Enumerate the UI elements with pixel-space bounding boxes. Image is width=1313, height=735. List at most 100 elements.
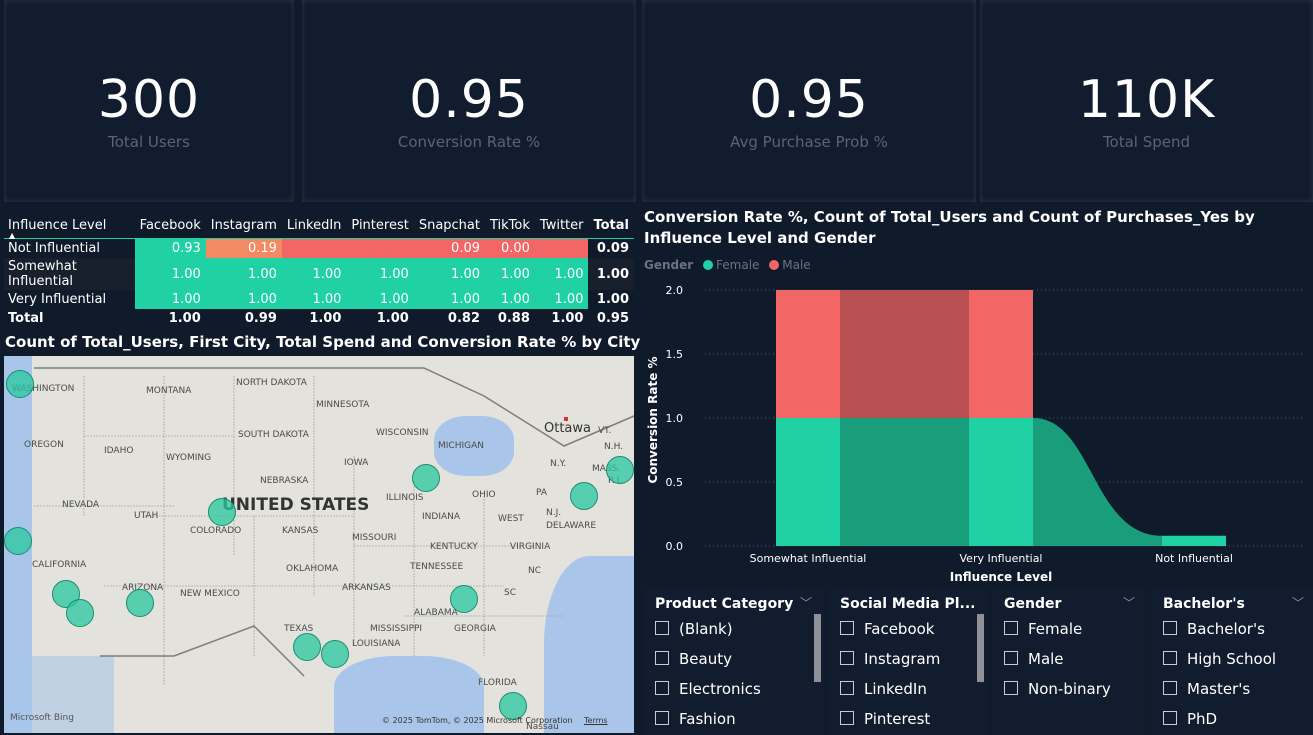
conversion-chart[interactable]: 0.0 0.5 1.0 1.5 2.0 Somewhat Influential Very… [643,270,1313,590]
city-bubble[interactable] [126,589,154,617]
slicer-product-category[interactable]: Product Category ﹀ (Blank) Beauty Electr… [642,590,824,735]
female-ribbon[interactable] [840,418,969,546]
slicer-item-label: Female [1028,620,1083,638]
scrollbar[interactable] [814,614,821,682]
matrix-corner-header[interactable]: Influence Level ▲ [4,212,135,241]
city-bubble[interactable] [321,640,349,668]
city-bubble[interactable] [450,585,478,613]
city-bubble[interactable] [4,527,32,555]
checkbox-icon[interactable] [840,621,854,635]
checkbox-icon[interactable] [1163,681,1177,695]
col-header[interactable]: Snapchat [414,212,485,239]
checkbox-icon[interactable] [840,681,854,695]
checkbox-icon[interactable] [1004,681,1018,695]
slicer-item[interactable]: (Blank) [655,620,733,638]
city-bubble[interactable] [66,599,94,627]
city-bubble[interactable] [208,498,236,526]
city-bubble[interactable] [606,456,634,484]
city-bubble[interactable] [570,482,598,510]
kpi-card-conversion-rate: 0.95 Conversion Rate % [302,0,636,202]
y-tick-label: 0.5 [666,476,684,489]
male-bar[interactable] [776,290,840,418]
slicer-item[interactable]: High School [1163,650,1276,668]
matrix-total-row[interactable]: Total 1.00 0.99 1.00 1.00 0.82 0.88 1.00… [4,309,634,328]
scrollbar[interactable] [977,614,984,682]
chart-title: Conversion Rate %, Count of Total_Users … [644,208,1255,247]
matrix-cell-total: 1.00 [596,292,629,307]
chevron-down-icon[interactable]: ﹀ [1123,594,1135,611]
matrix-cell-total: 0.95 [596,311,629,326]
state-label: ALABAMA [414,608,458,618]
slicer-item-label: PhD [1187,710,1218,728]
slicer-gender[interactable]: Gender ﹀ Female Male Non-binary [993,590,1145,735]
city-map[interactable]: WASHINGTON MONTANA NORTH DAKOTA MINNESOT… [4,356,634,733]
state-label: KENTUCKY [430,542,478,552]
slicer-item[interactable]: LinkedIn [840,680,927,698]
col-header[interactable]: Facebook [135,212,206,239]
male-bar[interactable] [969,290,1033,418]
slicer-item[interactable]: Instagram [840,650,940,668]
state-label: NEW MEXICO [180,589,240,599]
city-bubble[interactable] [6,370,34,398]
slicer-item[interactable]: Non-binary [1004,680,1111,698]
slicer-item[interactable]: Pinterest [840,710,930,728]
female-bar[interactable] [776,418,840,546]
checkbox-icon[interactable] [1004,651,1018,665]
male-ribbon[interactable] [840,290,969,418]
matrix-row[interactable]: Not Influential 0.93 0.19 0.09 0.00 0.09 [4,238,634,258]
col-header[interactable]: Instagram [206,212,282,239]
slicer-item[interactable]: Facebook [840,620,934,638]
checkbox-icon[interactable] [1163,621,1177,635]
city-bubble[interactable] [412,464,440,492]
matrix-cell: 1.00 [485,258,535,290]
checkbox-icon[interactable] [1163,651,1177,665]
checkbox-icon[interactable] [655,711,669,725]
checkbox-icon[interactable] [655,681,669,695]
matrix-cell: 0.93 [134,238,206,258]
country-label: UNITED STATES [222,495,370,515]
y-tick-label: 1.5 [666,348,684,361]
matrix-row[interactable]: Somewhat Influential 1.00 1.00 1.00 1.00… [4,258,634,290]
slicer-item[interactable]: Female [1004,620,1082,638]
state-label: SC [504,588,516,598]
slicer-item[interactable]: PhD [1163,710,1217,728]
state-label: NEVADA [62,500,100,510]
checkbox-icon[interactable] [840,711,854,725]
slicer-item[interactable]: Electronics [655,680,761,698]
female-bar[interactable] [969,418,1033,546]
checkbox-icon[interactable] [655,651,669,665]
col-header[interactable]: Pinterest [346,212,413,239]
city-bubble[interactable] [293,633,321,661]
state-label: MONTANA [146,386,192,396]
state-label: OHIO [472,490,496,500]
col-header[interactable]: LinkedIn [282,212,346,239]
matrix-cell [281,238,347,258]
state-label: SOUTH DAKOTA [238,430,309,440]
chevron-down-icon[interactable]: ﹀ [800,594,812,611]
slicer-item[interactable]: Bachelor's [1163,620,1265,638]
slicer-item[interactable]: Male [1004,650,1064,668]
terms-link[interactable]: Terms [584,716,608,725]
checkbox-icon[interactable] [655,621,669,635]
checkbox-icon[interactable] [1163,711,1177,725]
matrix-row[interactable]: Very Influential 1.00 1.00 1.00 1.00 1.0… [4,290,634,309]
checkbox-icon[interactable] [1004,621,1018,635]
slicer-social-media-platform[interactable]: Social Media Pl... Facebook Instagram Li… [829,590,987,735]
col-header[interactable]: Twitter [535,212,589,239]
slicer-item-label: Fashion [679,710,736,728]
slicer-item[interactable]: Fashion [655,710,736,728]
col-header-total[interactable]: Total [588,212,634,239]
slicer-item[interactable]: Beauty [655,650,732,668]
matrix-cell: 1.00 [134,290,206,309]
slicer-item[interactable]: Master's [1163,680,1250,698]
col-header[interactable]: TikTok [485,212,535,239]
sort-asc-icon[interactable]: ▲ [9,231,15,240]
influence-matrix[interactable]: Influence Level ▲ Facebook Instagram Lin… [0,206,634,328]
checkbox-icon[interactable] [840,651,854,665]
chevron-down-icon[interactable]: ﹀ [1292,594,1304,611]
female-bar[interactable] [1162,535,1226,546]
slicer-title: Gender [1004,596,1062,612]
state-label: TENNESSEE [410,562,464,572]
matrix-cell: 0.82 [447,311,480,326]
slicer-education[interactable]: Bachelor's ﹀ Bachelor's High School Mast… [1152,590,1313,735]
